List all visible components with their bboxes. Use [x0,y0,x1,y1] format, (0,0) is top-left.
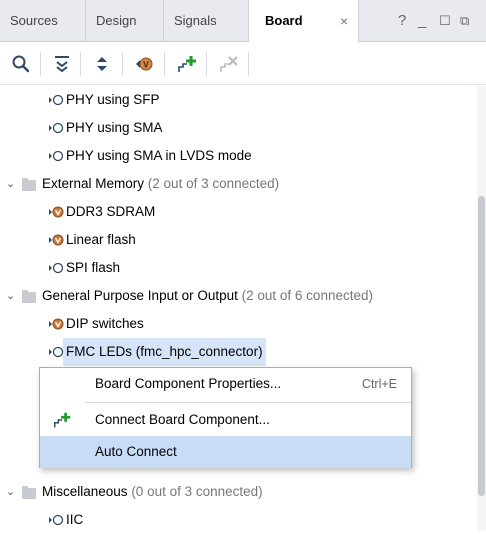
close-icon[interactable]: × [340,0,348,42]
toolbar-separator [164,52,165,76]
chevron-down-icon[interactable]: ⌄ [6,282,15,310]
tab-signals[interactable]: Signals [164,0,249,42]
search-icon[interactable] [10,53,32,75]
unconnected-interface-icon [49,94,64,106]
toolbar-separator [40,52,41,76]
menu-separator [85,402,411,403]
connected-interface-icon [49,234,64,246]
toolbar-separator [206,52,207,76]
unconnected-interface-icon [49,262,64,274]
tab-sources[interactable]: Sources [0,0,86,42]
tree-item-label: DIP switches [66,316,144,331]
folder-icon [22,290,36,303]
connected-interface-icon [49,318,64,330]
tab-design[interactable]: Design [86,0,164,42]
menu-item-auto-connect[interactable]: Auto Connect [40,436,411,468]
board-part-icon[interactable]: V [133,53,155,75]
menu-item-board-component-properties[interactable]: Board Component Properties... Ctrl+E [40,368,411,400]
unconnected-interface-icon [49,346,64,358]
tree-group-label: Miscellaneous (0 out of 3 connected) [42,484,263,499]
menu-item-label: Auto Connect [95,444,177,459]
restore-icon[interactable]: ⧉ [460,0,469,42]
tree-item-label: FMC LEDs (fmc_hpc_connector) [63,338,266,366]
toolbar-separator [122,52,123,76]
tree-item-label: PHY using SMA in LVDS mode [66,148,252,163]
disconnect-board-component-icon [220,56,238,72]
svg-text:V: V [143,60,149,70]
tree-item-label: Linear flash [66,232,136,247]
vertical-scrollbar[interactable] [477,86,486,531]
minimize-icon[interactable]: _ [418,0,426,42]
menu-item-label: Board Component Properties... [95,376,282,391]
tree-item-label: DDR3 SDRAM [66,204,156,219]
context-menu: Board Component Properties... Ctrl+E Con… [39,367,412,468]
toolbar-separator [248,52,249,76]
tree-item-label: IIC [66,512,84,527]
unconnected-interface-icon [49,150,64,162]
tree-item-label: PHY using SFP [66,92,160,107]
tree-group-label: General Purpose Input or Output (2 out o… [42,288,373,303]
tab-label: Board [265,13,303,28]
chevron-down-icon[interactable]: ⌄ [6,170,15,198]
tree-item-label: PHY using SMA [66,120,163,135]
unconnected-interface-icon [49,514,64,526]
tree-group-label: External Memory (2 out of 3 connected) [42,176,280,191]
folder-icon [22,178,36,191]
tab-bar: Sources Design Signals Board × ? _ ☐ ⧉ [0,0,486,43]
tab-label: Signals [174,13,217,28]
connect-board-component-icon[interactable] [176,53,198,75]
maximize-icon[interactable]: ☐ [439,0,451,42]
chevron-down-icon[interactable]: ⌄ [6,478,15,506]
help-icon[interactable]: ? [398,0,406,42]
connect-board-component-icon [54,412,71,428]
menu-item-connect-board-component[interactable]: Connect Board Component... [40,404,411,436]
tab-label: Design [96,13,137,28]
tab-label: Sources [10,13,58,28]
unconnected-interface-icon [49,122,64,134]
expand-all-icon[interactable] [91,53,113,75]
menu-item-label: Connect Board Component... [95,412,270,427]
toolbar: V [0,43,486,85]
tree-item-label: SPI flash [66,260,121,275]
scrollbar-thumb[interactable] [478,196,485,496]
connected-interface-icon [49,206,64,218]
collapse-all-icon[interactable] [51,53,73,75]
folder-icon [22,486,36,499]
toolbar-separator [80,52,81,76]
menu-item-shortcut: Ctrl+E [361,377,397,391]
